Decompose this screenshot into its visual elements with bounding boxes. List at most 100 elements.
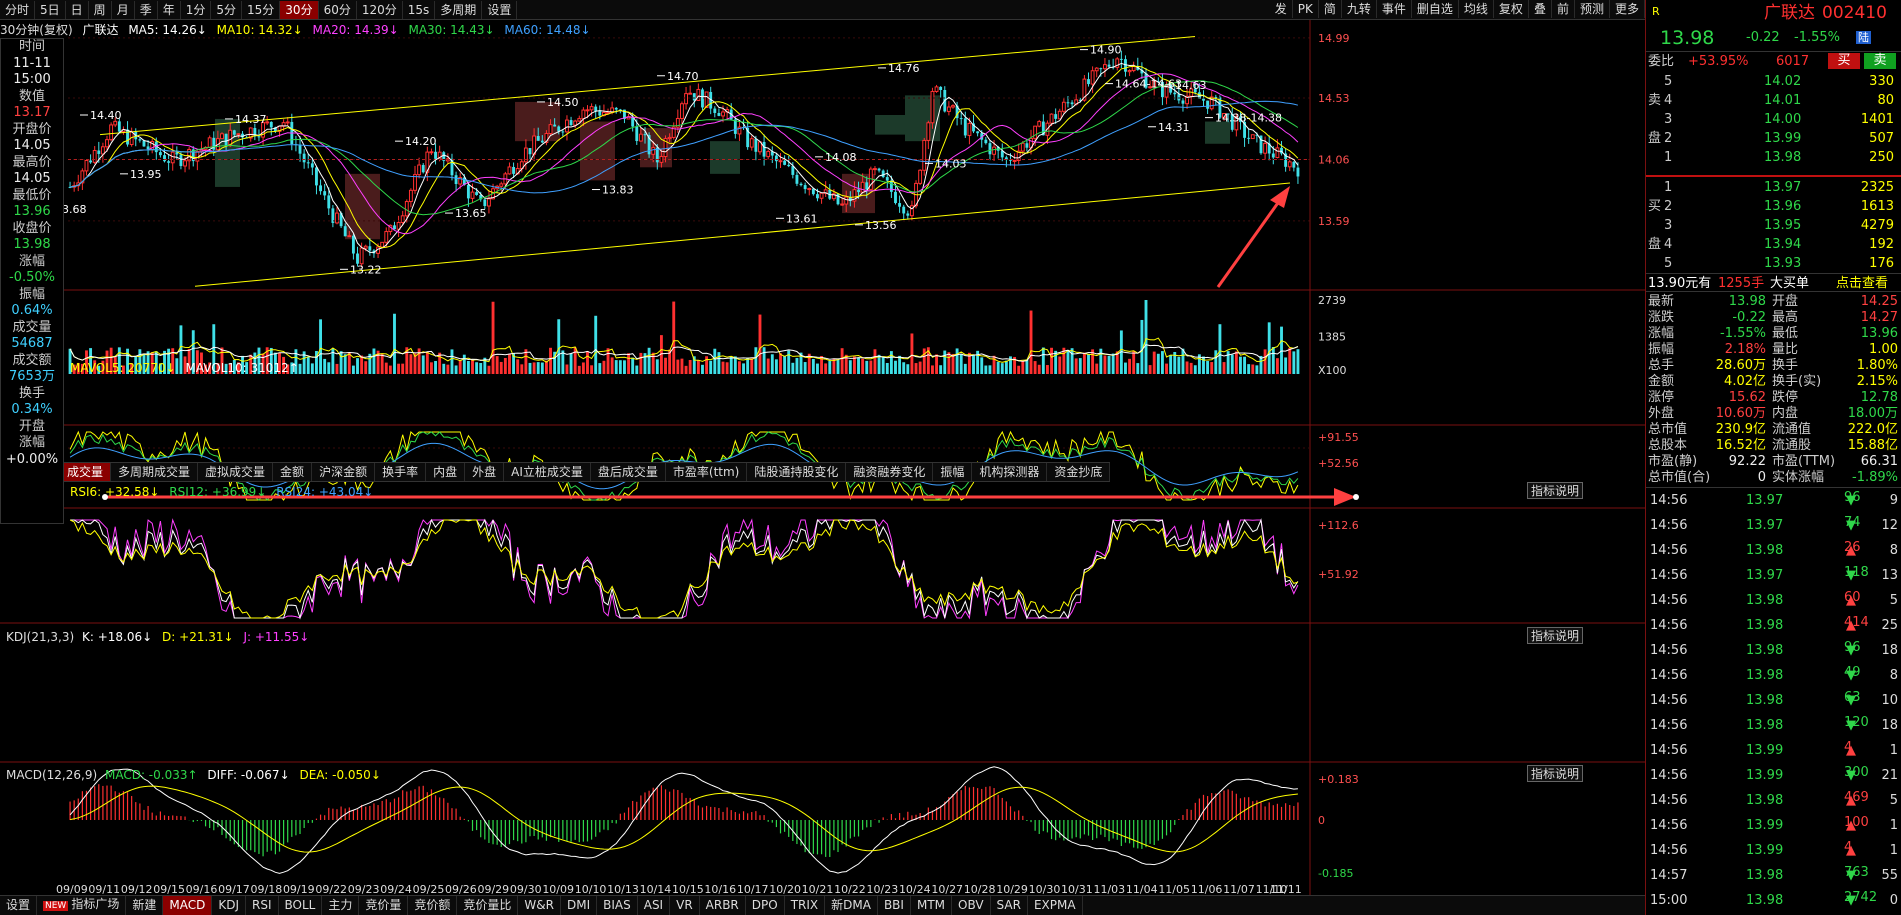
bottom-indicator-label: 竞价量 [365, 898, 402, 912]
bottom-indicator-tab-8[interactable]: 竞价量 [359, 896, 409, 915]
candle-body [220, 133, 224, 140]
bottom-indicator-tab-10[interactable]: 竞价量比 [457, 896, 519, 915]
volume-bar [520, 364, 524, 374]
tick-volume: 120 ▼ [1844, 713, 1869, 738]
price-annotation: 14.76 [888, 62, 920, 75]
volume-tab-1[interactable]: 多周期成交量 [111, 463, 199, 481]
bottom-indicator-tab-5[interactable]: RSI [246, 896, 279, 915]
tick-price: 13.98 [1746, 618, 1784, 633]
volume-bar [1066, 350, 1070, 374]
bottom-indicator-tab-2[interactable]: 新建 [126, 896, 164, 915]
candle-body [992, 146, 996, 155]
volume-bar [627, 353, 630, 374]
candle-body [528, 148, 532, 155]
kdj-header: KDJ(21,3,3) K: +18.06↓ D: +21.31↓ J: +11… [6, 630, 309, 646]
candle-body [922, 139, 927, 171]
volume-bar [906, 364, 910, 374]
volume-tab-9[interactable]: 盘后成交量 [591, 463, 666, 481]
volume-bar [1275, 358, 1279, 374]
tick-time: 14:56 [1650, 543, 1688, 558]
volume-tab-14[interactable]: 机构探测器 [972, 463, 1048, 481]
volume-tab-7[interactable]: 外盘 [465, 463, 505, 481]
candle-body [844, 196, 849, 205]
stat-value: 2.15% [1856, 374, 1898, 389]
candle-body [614, 107, 618, 110]
bottom-indicator-tab-4[interactable]: KDJ [212, 896, 247, 915]
volume-bar [951, 353, 955, 374]
candle-body [598, 111, 602, 116]
stat-row: 外盘 10.60万 内盘 18.00万 [1646, 406, 1901, 422]
bottom-indicator-tab-13[interactable]: BIAS [597, 896, 638, 915]
stat-value: 28.60万 [1715, 358, 1766, 373]
bottom-indicator-tab-9[interactable]: 竞价额 [408, 896, 458, 915]
volume-bar [1021, 361, 1025, 374]
buy-button[interactable]: 买 [1828, 53, 1860, 69]
volume-bar [516, 359, 520, 374]
bottom-indicator-tab-7[interactable]: 主力 [322, 896, 360, 915]
tick-time: 14:56 [1650, 668, 1688, 683]
bottom-indicator-label: DMI [566, 898, 591, 912]
rsi-explain-button[interactable]: 指标说明 [1527, 482, 1583, 499]
volume-tab-11[interactable]: 陆股通持股变化 [747, 463, 847, 481]
bottom-indicator-tab-23[interactable]: SAR [991, 896, 1028, 915]
candle-body [749, 138, 754, 148]
bottom-indicator-tab-24[interactable]: EXPMA [1028, 896, 1083, 915]
volume-bar [869, 360, 873, 374]
kdj-explain-button[interactable]: 指标说明 [1527, 627, 1583, 644]
volume-bar [984, 365, 988, 374]
candle-body [1090, 70, 1095, 85]
candle-body [466, 184, 470, 199]
bottom-indicator-tab-1[interactable]: NEW 指标广场 [37, 895, 127, 915]
quote-panel: R 广联达 002410 13.98 -0.22 -1.55% 陆 委比 +53… [1645, 0, 1901, 915]
candle-body [1020, 142, 1025, 152]
big-order-view-link[interactable]: 点击查看 [1836, 274, 1888, 293]
volume-bar [664, 357, 667, 374]
volume-bar [421, 355, 425, 374]
sell-button[interactable]: 卖 [1864, 53, 1896, 69]
volume-tab-15[interactable]: 资金抄底 [1047, 463, 1111, 481]
volume-tab-6[interactable]: 内盘 [426, 463, 466, 481]
candle-body [918, 169, 923, 184]
volume-bar [499, 361, 503, 374]
volume-tab-0[interactable]: 成交量 [60, 463, 112, 481]
bottom-indicator-tab-12[interactable]: DMI [561, 896, 598, 915]
bottom-indicator-tab-19[interactable]: 新DMA [825, 896, 878, 915]
candle-body [507, 166, 512, 175]
volume-tab-3[interactable]: 金额 [273, 463, 313, 481]
volume-tab-10[interactable]: 市盈率(ttm) [666, 463, 748, 481]
bottom-indicator-tab-15[interactable]: VR [670, 896, 700, 915]
tick-volume-value: 100 [1844, 815, 1869, 830]
bottom-indicator-tab-6[interactable]: BOLL [279, 896, 323, 915]
bottom-indicator-tab-11[interactable]: W&R [518, 896, 561, 915]
bottom-indicator-tab-16[interactable]: ARBR [700, 896, 746, 915]
last-price: 13.98 [1660, 27, 1715, 49]
candle-body [857, 189, 860, 193]
volume-bar [1169, 355, 1173, 374]
volume-tab-13[interactable]: 振幅 [933, 463, 973, 481]
tick-count: 12 [1881, 518, 1898, 533]
bottom-indicator-tab-17[interactable]: DPO [746, 896, 785, 915]
stat-label: 换手 [1772, 358, 1799, 373]
bottom-indicator-tab-0[interactable]: 设置 [0, 896, 38, 915]
volume-bar [1128, 358, 1132, 374]
candle-body [1271, 153, 1275, 158]
bottom-indicator-tab-18[interactable]: TRIX [785, 896, 826, 915]
volume-bar [384, 362, 388, 374]
macd-explain-button[interactable]: 指标说明 [1527, 765, 1583, 782]
volume-tab-2[interactable]: 虚拟成交量 [198, 463, 274, 481]
tick-row: 14:56 13.98 120 ▼ 18 [1646, 713, 1901, 738]
volume-tab-8[interactable]: AI立桩成交量 [504, 463, 591, 481]
bottom-indicator-tab-22[interactable]: OBV [952, 896, 991, 915]
stat-row: 最新 13.98 开盘 14.25 [1646, 294, 1901, 310]
volume-tab-12[interactable]: 融资融券变化 [846, 463, 934, 481]
volume-bar [1148, 365, 1152, 374]
bottom-indicator-tab-14[interactable]: ASI [638, 896, 671, 915]
bottom-indicator-tab-3[interactable]: MACD [163, 896, 213, 915]
candle-body [1119, 58, 1123, 60]
bottom-indicator-tab-21[interactable]: MTM [911, 896, 953, 915]
volume-tab-4[interactable]: 沪深金额 [312, 463, 376, 481]
volume-tab-5[interactable]: 换手率 [375, 463, 427, 481]
candle-body [380, 241, 385, 248]
bottom-indicator-tab-20[interactable]: BBI [878, 896, 911, 915]
asks-level: 3 [1664, 112, 1673, 127]
